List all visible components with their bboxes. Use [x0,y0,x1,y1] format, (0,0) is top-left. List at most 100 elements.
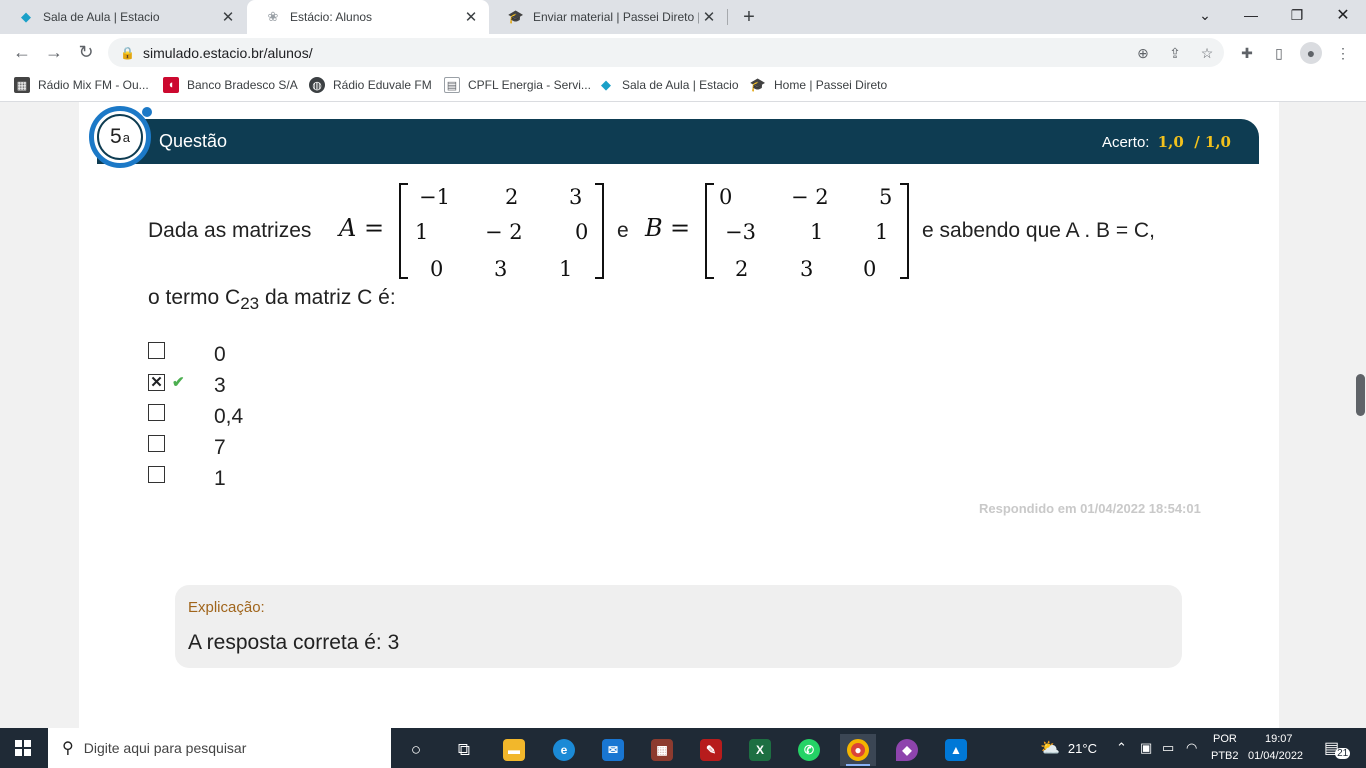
bookmark-eduvale[interactable]: ◍ Rádio Eduvale FM [309,77,432,93]
scrollbar-thumb[interactable] [1356,374,1365,416]
photos-icon[interactable]: ▲ [938,734,974,766]
clock-time[interactable]: 19:07 [1265,733,1293,745]
option-checkbox[interactable] [148,404,165,421]
tray-device-icon[interactable]: ▣ [1140,728,1152,768]
tools-app-icon[interactable]: ✎ [693,734,729,766]
new-tab-button[interactable]: + [737,5,761,29]
option-checkbox[interactable] [148,435,165,452]
notification-center-icon[interactable]: ▤ 21 [1324,728,1351,768]
matrix-bracket-left [705,183,714,279]
score-label: Acerto: [1101,134,1150,151]
tab-search-chevron-icon[interactable]: ⌄ [1182,0,1228,30]
bookmark-cpfl[interactable]: ▤ CPFL Energia - Servi... [444,77,591,93]
matrix-a-cell: 1 [415,220,429,244]
question-number: 5a [97,114,143,160]
restore-button[interactable]: ❐ [1274,0,1320,30]
bookmark-star-icon[interactable]: ☆ [1196,42,1218,64]
windows-taskbar: ⚲ Digite aqui para pesquisar ○ ⧉ ▬ e ✉ ▦… [0,728,1366,768]
weather-widget[interactable]: ⛅ 21°C [1040,728,1097,768]
address-bar[interactable]: 🔒 simulado.estacio.br/alunos/ ⊕ ⇪ ☆ [108,38,1224,67]
matrix-a-cell: 3 [494,257,508,281]
extensions-icon[interactable]: ✚ [1236,42,1258,64]
matrix-bracket-right [900,183,909,279]
option-label[interactable]: 7 [214,436,226,460]
matrix-bracket-left [399,183,408,279]
option-label[interactable]: 1 [214,467,226,491]
tab-sala-de-aula[interactable]: ◆ Sala de Aula | Estacio ✕ [0,0,246,34]
close-icon[interactable]: ✕ [218,7,238,27]
option-label[interactable]: 3 [214,374,226,398]
cortana-icon[interactable]: ○ [398,734,434,766]
radio-app-icon[interactable]: ▦ [644,734,680,766]
chrome-icon[interactable]: ● [840,734,876,766]
paint-drop-icon[interactable]: ◆ [889,734,925,766]
lang-bottom[interactable]: PTB2 [1211,750,1239,762]
lock-icon[interactable]: 🔒 [120,46,135,60]
option-checkbox-checked[interactable]: ✕ [148,374,165,391]
taskbar-search[interactable]: ⚲ Digite aqui para pesquisar [48,728,391,768]
tab-title: Sala de Aula | Estacio [43,10,160,24]
equals-a: = [364,214,385,242]
search-placeholder[interactable]: Digite aqui para pesquisar [84,740,247,756]
side-panel-icon[interactable]: ▯ [1268,42,1290,64]
option-label[interactable]: 0,4 [214,405,243,429]
tab-title: Enviar material | Passei Direto | Pa [533,10,699,24]
windows-start-icon[interactable] [15,740,31,756]
weather-temp: 21°C [1067,740,1097,756]
edge-icon[interactable]: e [546,734,582,766]
option-label[interactable]: 0 [214,343,226,367]
close-icon[interactable]: ✕ [699,7,719,27]
option-checkbox[interactable] [148,466,165,483]
statement-subscript: 23 [240,294,260,314]
clock-date[interactable]: 01/04/2022 [1248,750,1303,762]
tray-chevron-icon[interactable]: ⌃ [1116,728,1127,768]
bookmark-sala-de-aula[interactable]: ◆ Sala de Aula | Estacio [598,77,739,93]
tab-passei-direto[interactable]: 🎓 Enviar material | Passei Direto | Pa ✕ [490,0,727,34]
estacio-diamond-icon: ◆ [601,77,611,92]
matrix-b-cell: 5 [879,185,893,209]
minimize-button[interactable]: — [1228,0,1274,30]
bookmark-bradesco[interactable]: ◖ Banco Bradesco S/A [163,77,298,93]
page-viewport: Questão Acerto: 1,0 / 1,0 5a Dada as mat… [0,102,1366,728]
share-icon[interactable]: ⇪ [1164,42,1186,64]
weather-cloud-icon: ⛅ [1040,740,1060,757]
statement-suffix: e sabendo que A . B = C, [922,219,1155,242]
matrix-b: 0 − 2 5 −3 1 1 2 3 0 [705,183,909,281]
close-icon[interactable]: ✕ [461,7,481,27]
matrix-a-cell: −1 [419,185,450,209]
matrix-b-cell: 2 [735,257,749,281]
page-content: Questão Acerto: 1,0 / 1,0 5a Dada as mat… [79,102,1279,728]
bradesco-icon: ◖ [163,77,179,93]
profile-avatar-icon[interactable]: ● [1300,42,1322,64]
question-label: Questão [159,131,228,151]
file-explorer-icon[interactable]: ▬ [496,734,532,766]
bookmark-radio-mix[interactable]: ▦ Rádio Mix FM - Ou... [14,77,149,93]
forward-button[interactable]: → [40,38,68,66]
lang-top[interactable]: POR [1213,733,1237,745]
equals-b: = [670,214,691,242]
tray-network-icon[interactable]: ◠ [1186,728,1197,768]
task-view-icon[interactable]: ⧉ [446,734,482,766]
correct-check-icon: ✔ [172,374,185,391]
mail-icon[interactable]: ✉ [595,734,631,766]
tab-estacio-alunos[interactable]: ❀ Estácio: Alunos ✕ [247,0,489,34]
math-var-a: A [339,214,357,242]
close-window-button[interactable]: ✕ [1320,0,1366,30]
question-ordinal: a [122,129,130,145]
url-text[interactable]: simulado.estacio.br/alunos/ [143,45,313,61]
option-checkbox[interactable] [148,342,165,359]
whatsapp-icon[interactable]: ✆ [791,734,827,766]
zoom-icon[interactable]: ⊕ [1132,42,1154,64]
badge-dot [142,107,152,117]
tab-title: Estácio: Alunos [290,10,373,24]
menu-kebab-icon[interactable]: ⋮ [1332,42,1354,64]
bookmark-passei-direto[interactable]: 🎓 Home | Passei Direto [750,77,887,93]
matrix-b-cell: 0 [719,185,733,209]
matrix-b-cell: − 2 [791,185,829,209]
back-button[interactable]: ← [8,38,36,66]
excel-icon[interactable]: X [742,734,778,766]
score-value: 1,0 / 1,0 [1157,133,1231,151]
tray-battery-icon[interactable]: ▭ [1162,728,1174,768]
passei-direto-icon: 🎓 [749,77,767,92]
reload-button[interactable]: ↻ [72,38,100,66]
